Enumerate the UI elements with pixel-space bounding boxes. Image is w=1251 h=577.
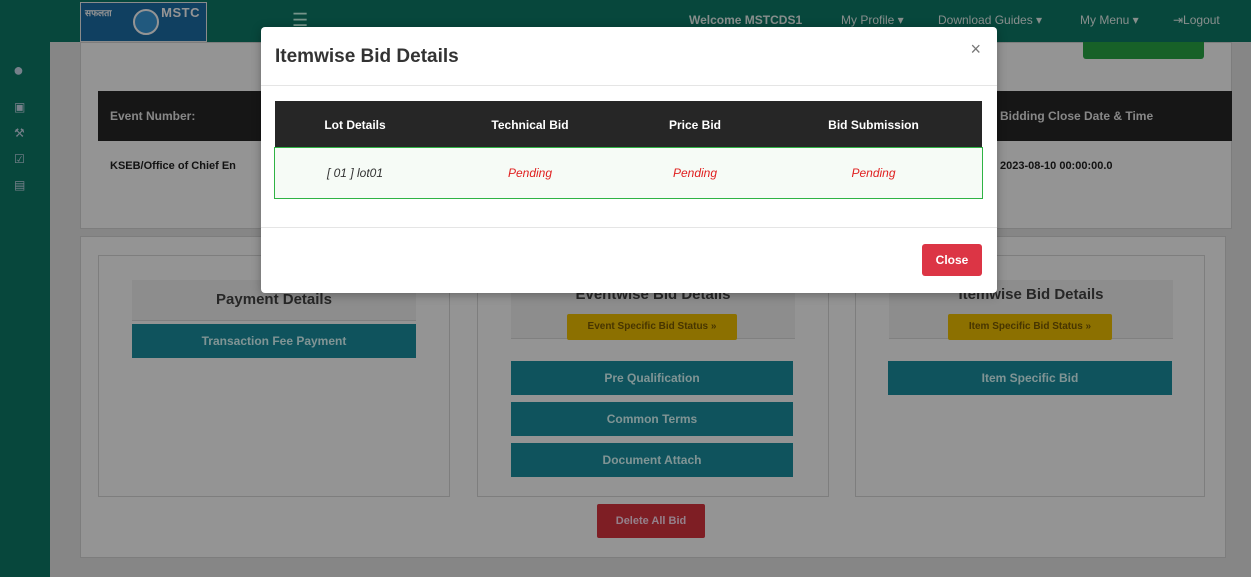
col-lot-details: Lot Details bbox=[324, 117, 386, 132]
price-bid-status: Pending bbox=[625, 148, 765, 198]
close-icon[interactable]: × bbox=[970, 39, 981, 60]
itemwise-bid-table: Lot Details Technical Bid Price Bid Bid … bbox=[274, 101, 983, 199]
technical-bid-status: Pending bbox=[435, 148, 625, 198]
modal-header-divider bbox=[261, 85, 997, 86]
itemwise-bid-details-modal: Itemwise Bid Details × Lot Details Techn… bbox=[261, 27, 997, 293]
col-price-bid: Price Bid bbox=[668, 117, 722, 132]
table-row: [ 01 ] lot01 Pending Pending Pending bbox=[274, 147, 983, 199]
bid-submission-status: Pending bbox=[765, 148, 982, 198]
col-technical-bid: Technical Bid bbox=[491, 117, 569, 132]
modal-title: Itemwise Bid Details bbox=[275, 46, 459, 67]
close-button[interactable]: Close bbox=[922, 244, 982, 276]
modal-footer-divider bbox=[261, 227, 997, 228]
col-bid-submission: Bid Submission bbox=[828, 117, 919, 132]
table-header-row: Lot Details Technical Bid Price Bid Bid … bbox=[275, 101, 982, 148]
lot-details-cell: [ 01 ] lot01 bbox=[275, 148, 435, 198]
